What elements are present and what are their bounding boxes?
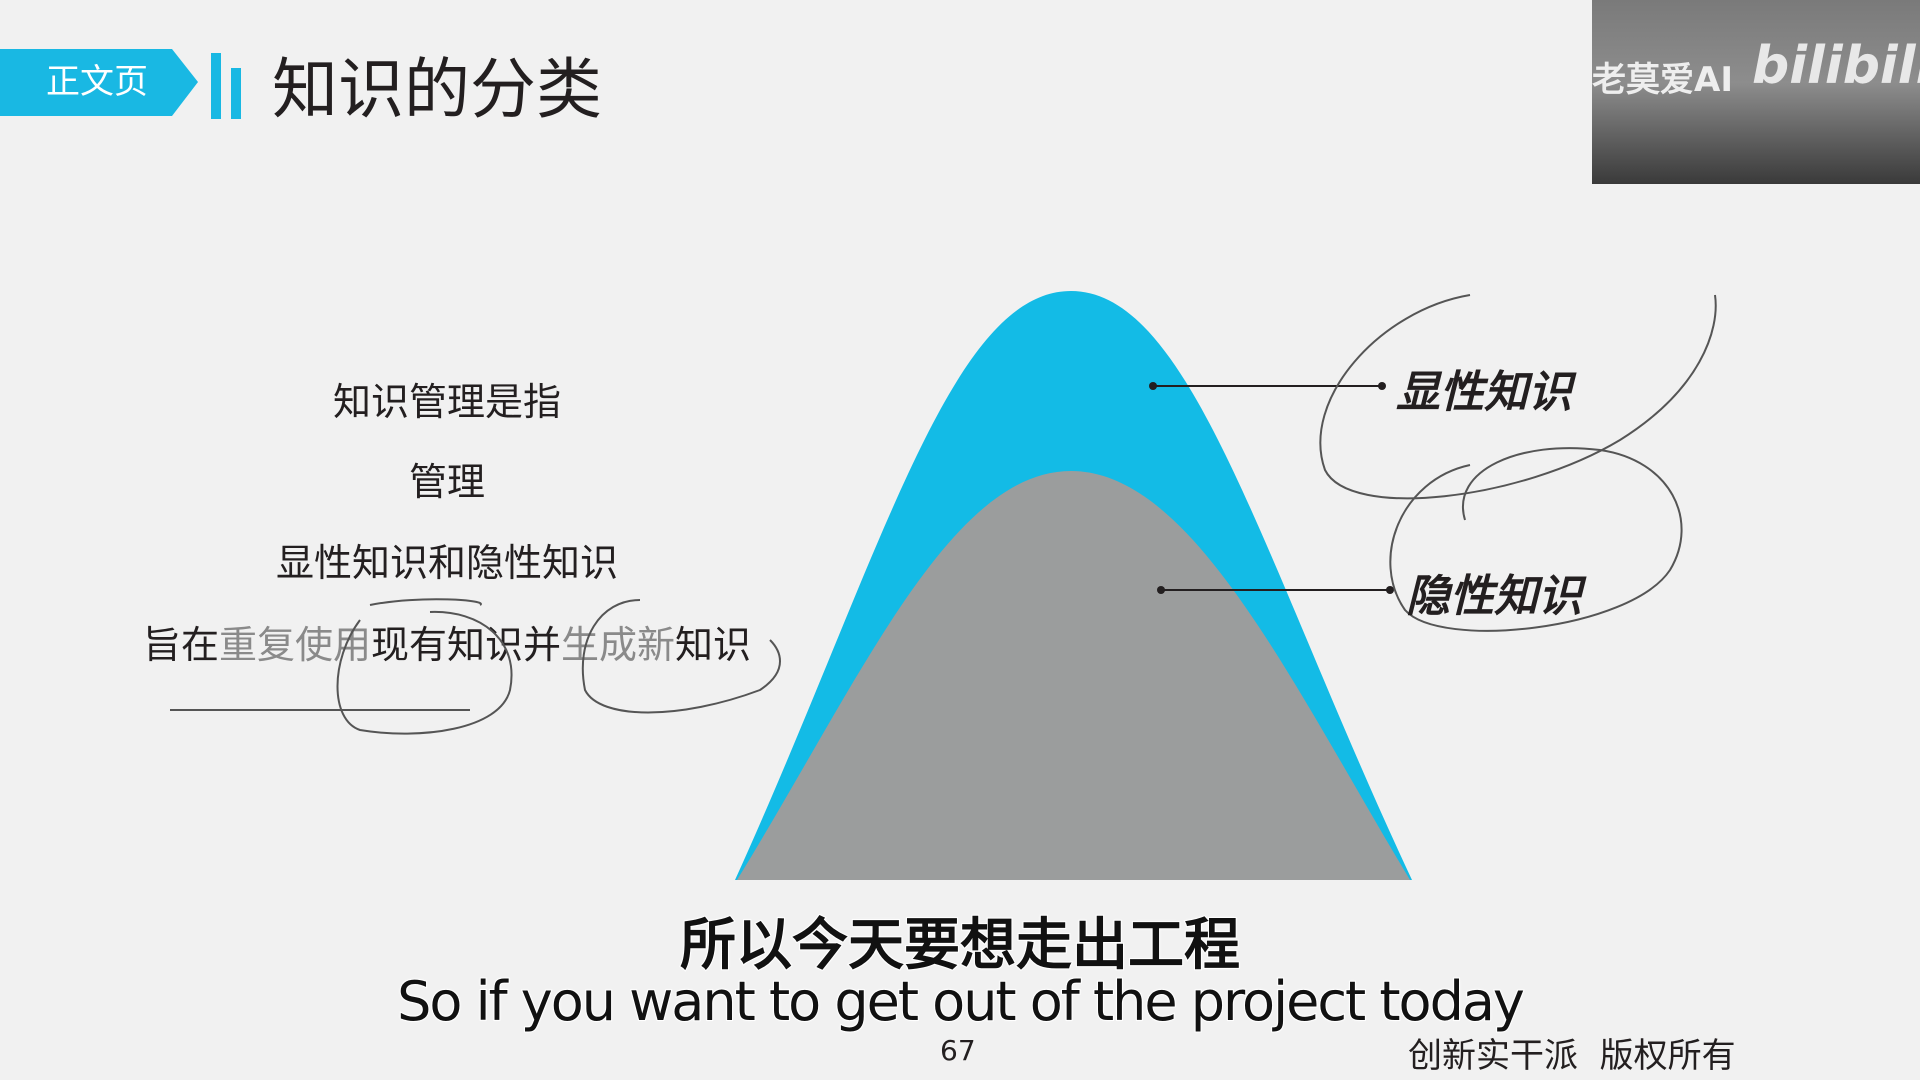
tacit-knowledge-label: 隐性知识 — [1406, 571, 1582, 622]
footer-copyright: 创新实干派 版权所有 — [1408, 1036, 1736, 1076]
subtitle-chinese: 所以今天要想走出工程 — [679, 912, 1241, 979]
explicit-knowledge-label: 显性知识 — [1396, 367, 1572, 418]
subtitle-english: So if you want to get out of the project… — [396, 969, 1526, 1034]
page-number: 67 — [940, 1034, 976, 1067]
